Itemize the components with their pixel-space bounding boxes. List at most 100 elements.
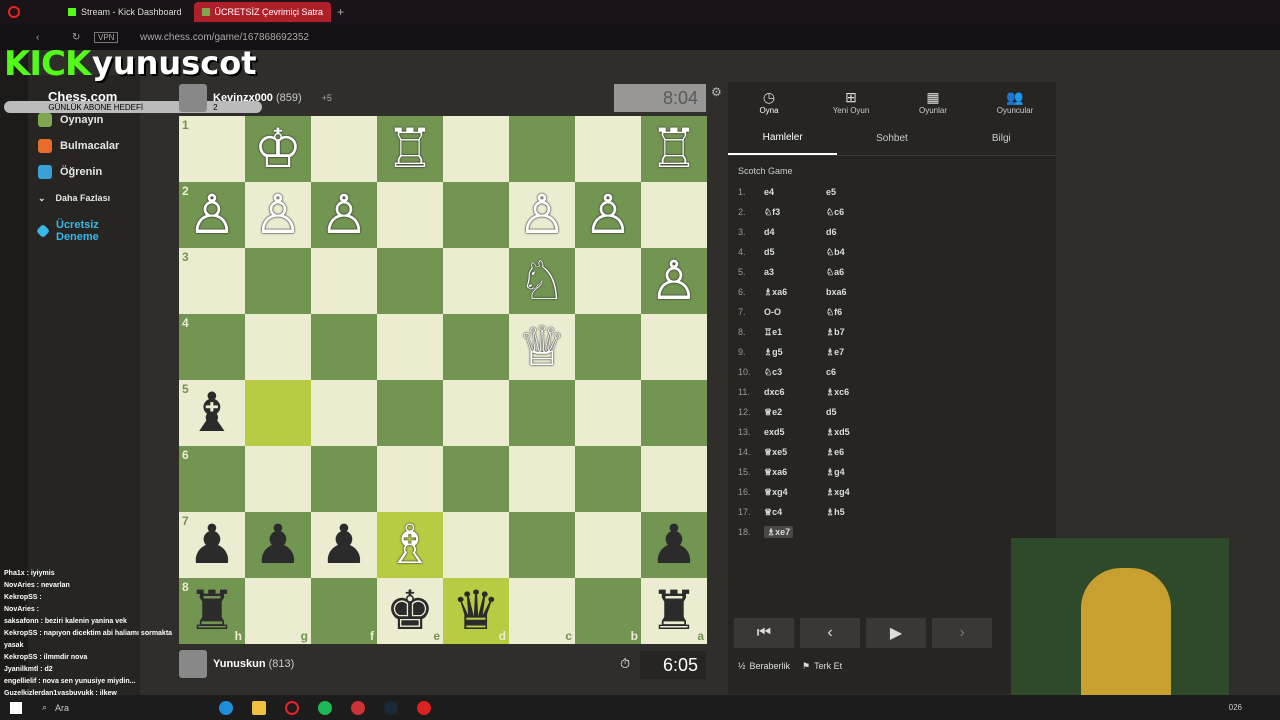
square-b4[interactable]	[575, 314, 641, 380]
white-piece[interactable]: ♙	[509, 182, 575, 248]
tab-play[interactable]: ◷ Oyna	[728, 82, 810, 122]
square-c6[interactable]	[509, 446, 575, 512]
draw-button[interactable]: Beraberlik	[750, 661, 791, 671]
square-h2[interactable]: 2 ♙	[179, 182, 245, 248]
square-d4[interactable]	[443, 314, 509, 380]
white-move[interactable]: ♕xa6	[764, 467, 787, 477]
square-b6[interactable]	[575, 446, 641, 512]
square-a1[interactable]: ♖	[641, 116, 707, 182]
square-c5[interactable]	[509, 380, 575, 446]
white-move[interactable]: ♗xe7	[764, 525, 794, 538]
square-c7[interactable]	[509, 512, 575, 578]
square-a3[interactable]: ♙	[641, 248, 707, 314]
white-move[interactable]: dxc6	[764, 387, 785, 397]
white-piece[interactable]: ♙	[575, 182, 641, 248]
edge-icon[interactable]	[219, 700, 234, 715]
square-g3[interactable]	[245, 248, 311, 314]
square-h5[interactable]: 5 ♝	[179, 380, 245, 446]
black-move[interactable]: e5	[826, 187, 888, 197]
black-piece[interactable]: ♛	[443, 578, 509, 644]
square-h3[interactable]: 3	[179, 248, 245, 314]
white-move[interactable]: ♕c4	[764, 507, 782, 517]
square-f2[interactable]: ♙	[311, 182, 377, 248]
black-move[interactable]: ♗xc6	[826, 387, 888, 398]
steam-icon[interactable]	[384, 700, 399, 715]
black-move[interactable]: ♘b4	[826, 247, 888, 258]
black-move[interactable]: ♘c6	[826, 207, 888, 218]
recorder-icon[interactable]	[417, 700, 432, 715]
square-e6[interactable]	[377, 446, 443, 512]
square-h6[interactable]: 6	[179, 446, 245, 512]
first-move-button[interactable]: ⏮	[734, 618, 794, 648]
reload-icon[interactable]: ↻	[72, 32, 80, 43]
white-piece[interactable]: ♕	[509, 314, 575, 380]
sidebar-item-free-trial[interactable]: Ücretsiz Deneme	[28, 211, 140, 251]
black-move[interactable]: d6	[826, 227, 888, 237]
white-move[interactable]: a3	[764, 267, 774, 277]
white-move[interactable]: O-O	[764, 307, 781, 317]
square-a8[interactable]: a ♜	[641, 578, 707, 644]
my-name[interactable]: Yunuskun	[213, 658, 266, 670]
black-piece[interactable]: ♚	[377, 578, 443, 644]
square-d3[interactable]	[443, 248, 509, 314]
vpn-badge[interactable]: VPN	[94, 31, 119, 43]
square-e4[interactable]	[377, 314, 443, 380]
white-piece[interactable]: ♔	[245, 116, 311, 182]
square-b8[interactable]: b	[575, 578, 641, 644]
tab-games[interactable]: ▦ Oyunlar	[892, 82, 974, 122]
black-move[interactable]: ♘a6	[826, 267, 888, 278]
url-input[interactable]: www.chess.com/game/167868692352	[140, 32, 309, 43]
white-move[interactable]: ♗xa6	[764, 287, 787, 297]
square-h4[interactable]: 4	[179, 314, 245, 380]
black-move[interactable]: ♗xd5	[826, 427, 888, 438]
square-e1[interactable]: ♖	[377, 116, 443, 182]
windows-start-icon[interactable]	[10, 701, 22, 714]
square-c1[interactable]	[509, 116, 575, 182]
square-g7[interactable]: ♟	[245, 512, 311, 578]
spotify-icon[interactable]	[318, 700, 333, 715]
next-move-button[interactable]: ›	[932, 618, 992, 648]
white-move[interactable]: ♘f3	[764, 207, 780, 217]
square-g6[interactable]	[245, 446, 311, 512]
square-b7[interactable]	[575, 512, 641, 578]
square-a2[interactable]	[641, 182, 707, 248]
black-move[interactable]: ♗b7	[826, 327, 888, 338]
white-piece[interactable]: ♙	[311, 182, 377, 248]
square-e7[interactable]: ♗	[377, 512, 443, 578]
black-move[interactable]: ♘f6	[826, 307, 888, 318]
black-piece[interactable]: ♜	[179, 578, 245, 644]
square-f5[interactable]	[311, 380, 377, 446]
square-b3[interactable]	[575, 248, 641, 314]
white-move[interactable]: ♘c3	[764, 367, 782, 377]
subtab-info[interactable]: Bilgi	[947, 122, 1056, 155]
subtab-moves[interactable]: Hamleler	[728, 122, 838, 155]
square-g4[interactable]	[245, 314, 311, 380]
prev-move-button[interactable]: ‹	[800, 618, 860, 648]
white-piece[interactable]: ♗	[377, 512, 443, 578]
sidebar-item-learn[interactable]: Öğrenin	[28, 159, 140, 185]
sidebar-item-more[interactable]: ⌄ Daha Fazlası	[28, 185, 140, 211]
tab-chess[interactable]: ÜCRETSİZ Çevrimiçi Satra	[193, 2, 332, 22]
black-move[interactable]: ♗xg4	[826, 487, 888, 498]
white-move[interactable]: e4	[764, 187, 774, 197]
square-h7[interactable]: 7 ♟	[179, 512, 245, 578]
black-move[interactable]: bxa6	[826, 287, 888, 297]
white-move[interactable]: ♖e1	[764, 327, 782, 337]
back-icon[interactable]: ‹	[36, 32, 39, 43]
opponent-name[interactable]: Kevinzx000	[213, 92, 273, 104]
square-b5[interactable]	[575, 380, 641, 446]
black-move[interactable]: ♗e6	[826, 447, 888, 458]
tab-kick-dashboard[interactable]: Stream - Kick Dashboard	[60, 2, 190, 22]
sidebar-item-puzzles[interactable]: Bulmacalar	[28, 133, 140, 159]
black-piece[interactable]: ♜	[641, 578, 707, 644]
square-f6[interactable]	[311, 446, 377, 512]
square-e8[interactable]: e ♚	[377, 578, 443, 644]
white-move[interactable]: ♕e2	[764, 407, 782, 417]
square-a7[interactable]: ♟	[641, 512, 707, 578]
square-g5[interactable]	[245, 380, 311, 446]
play-button[interactable]: ▶	[866, 618, 926, 648]
white-piece[interactable]: ♘	[509, 248, 575, 314]
black-move[interactable]: ♗g4	[826, 467, 888, 478]
square-f4[interactable]	[311, 314, 377, 380]
white-piece[interactable]: ♙	[641, 248, 707, 314]
